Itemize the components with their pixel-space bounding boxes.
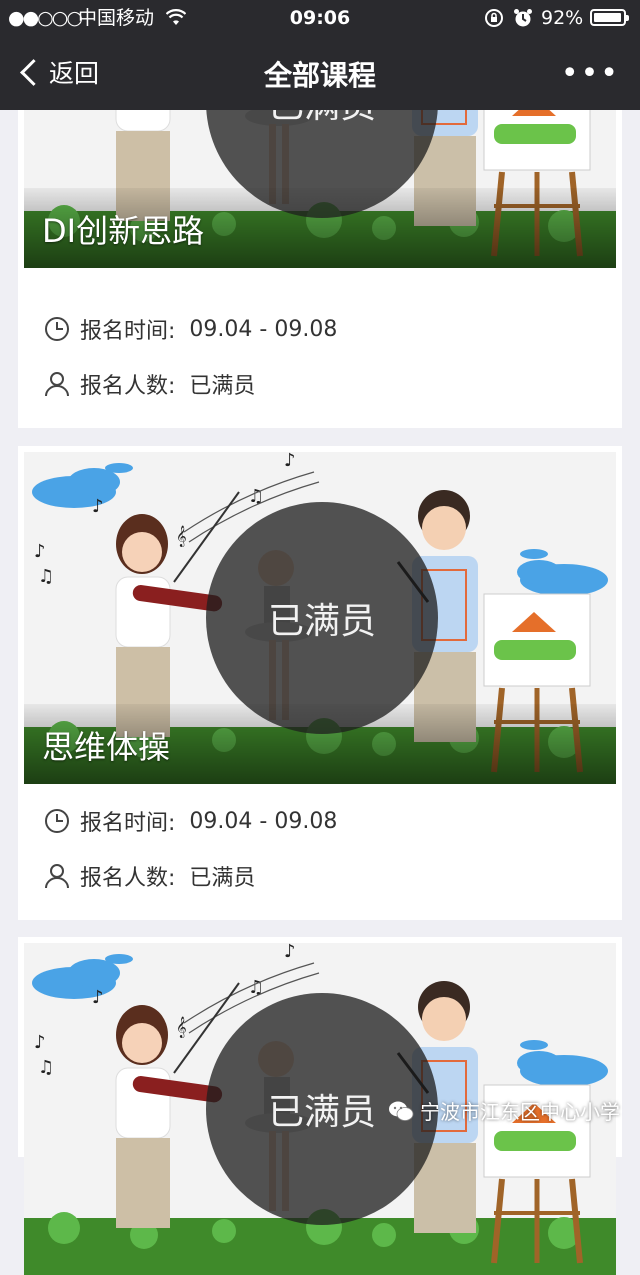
person-icon [45, 864, 69, 889]
rotation-lock-icon [485, 9, 503, 27]
course-card[interactable]: 思维体操 已满员 报名时间: 09.04 - 09.08 报名人数: 已满员 [18, 446, 622, 920]
registration-time-value: 09.04 - 09.08 [189, 808, 338, 834]
more-options-button[interactable]: ••• [561, 56, 620, 91]
registration-time-row: 报名时间: 09.04 - 09.08 [44, 805, 337, 837]
watermark-text: 宁波市江东区中心小学 [420, 1100, 620, 1124]
top-bar: ●●○○○ 中国移动 09:06 92% 返回 全部课程 ••• [0, 0, 640, 110]
course-image: 思维体操 已满员 [24, 452, 616, 784]
person-icon [45, 372, 69, 397]
page-title: 全部课程 [263, 59, 376, 92]
registration-count-label: 报名人数: [80, 866, 176, 891]
registration-count-label: 报名人数: [80, 374, 176, 399]
registration-count-value: 已满员 [189, 374, 256, 399]
registration-count-value: 已满员 [189, 866, 256, 891]
alarm-icon [514, 9, 532, 27]
registration-time-label: 报名时间: [80, 319, 176, 344]
registration-count-row: 报名人数: 已满员 [44, 860, 255, 892]
registration-time-row: 报名时间: 09.04 - 09.08 [44, 313, 337, 345]
clock-icon [45, 809, 69, 833]
registration-time-value: 09.04 - 09.08 [189, 316, 338, 342]
status-bar: ●●○○○ 中国移动 09:06 92% [0, 0, 640, 36]
nav-bar: 返回 全部课程 ••• [0, 36, 640, 110]
course-name: 思维体操 [42, 728, 171, 766]
watermark: 宁波市江东区中心小学 [388, 1096, 620, 1125]
course-name: DI创新思路 [42, 212, 205, 250]
battery-icon [590, 9, 629, 26]
registration-time-label: 报名时间: [80, 811, 176, 836]
battery-percentage: 92% [541, 7, 584, 29]
clock-icon [45, 317, 69, 341]
full-status-badge: 已满员 [206, 502, 438, 734]
wechat-icon [389, 1101, 414, 1121]
registration-count-row: 报名人数: 已满员 [44, 368, 255, 400]
